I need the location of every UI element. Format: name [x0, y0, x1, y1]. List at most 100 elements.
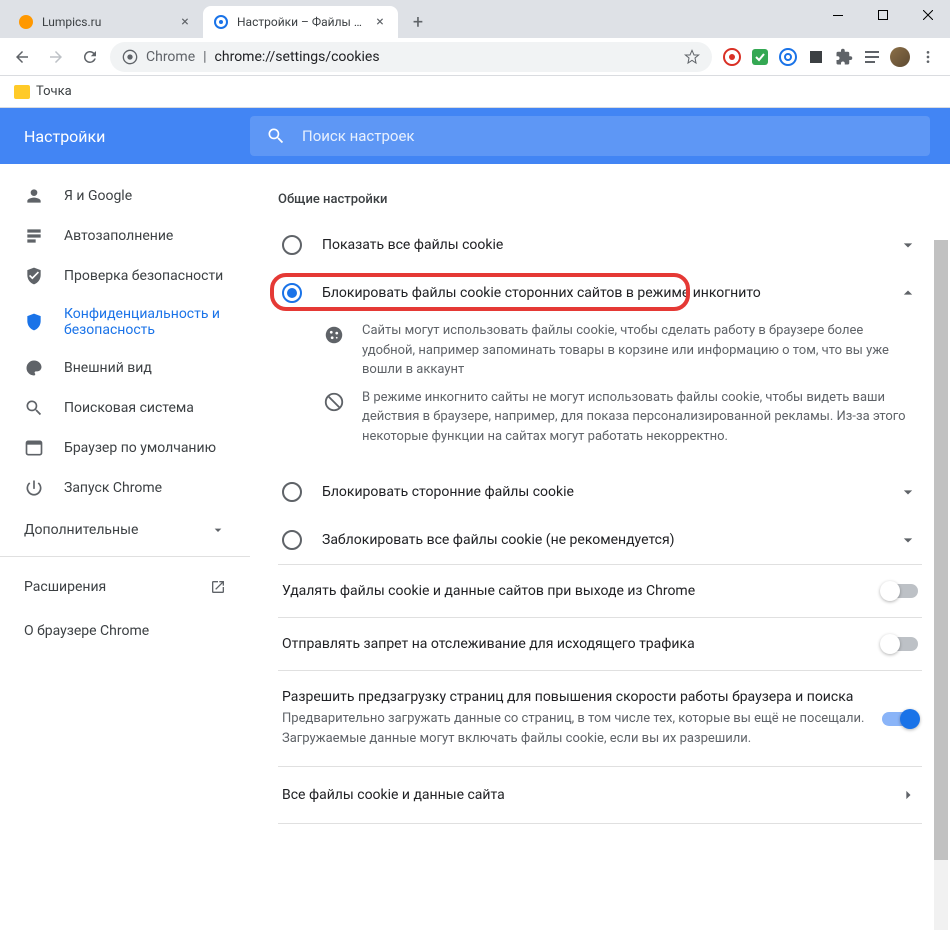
ext-icon-5[interactable] — [862, 47, 882, 67]
settings-gear-icon — [213, 14, 229, 30]
reload-button[interactable] — [76, 43, 104, 71]
radio-block-incognito[interactable]: Блокировать файлы cookie сторонних сайто… — [278, 269, 922, 317]
browser-tab-0[interactable]: Lumpics.ru × — [8, 6, 203, 38]
bookmark-item[interactable]: Точка — [36, 84, 72, 99]
new-tab-button[interactable]: + — [404, 8, 432, 36]
power-icon — [24, 478, 44, 498]
scrollbar-thumb[interactable] — [934, 240, 948, 860]
always-allow-row: Сайты, которые всегда могут использовать… — [278, 824, 922, 831]
radio-icon — [282, 283, 302, 303]
sidebar-item-privacy[interactable]: Конфиденциальность и безопасность — [0, 296, 250, 348]
radio-label: Блокировать сторонние файлы cookie — [322, 484, 878, 500]
bookmarks-bar: Точка — [0, 76, 950, 108]
sidebar-more[interactable]: Дополнительные — [0, 508, 250, 548]
search-icon — [266, 126, 286, 146]
menu-icon[interactable] — [918, 47, 938, 67]
toggle-preload[interactable]: Разрешить предзагрузку страниц для повыш… — [278, 671, 922, 766]
chevron-down-icon[interactable] — [898, 235, 918, 255]
sidebar-more-label: Дополнительные — [24, 522, 138, 538]
radio-description: Сайты могут использовать файлы cookie, ч… — [278, 317, 922, 468]
chrome-origin-icon — [122, 49, 138, 65]
sidebar-item-appearance[interactable]: Внешний вид — [0, 348, 250, 388]
sidebar-item-search[interactable]: Поисковая система — [0, 388, 250, 428]
settings-search[interactable] — [250, 116, 930, 156]
radio-block-third-party[interactable]: Блокировать сторонние файлы cookie — [278, 468, 922, 516]
profile-avatar[interactable] — [890, 47, 910, 67]
url-path: chrome://settings/cookies — [215, 49, 380, 65]
search-input[interactable] — [302, 127, 914, 145]
section-title: Общие настройки — [278, 192, 922, 207]
sidebar-item-safety[interactable]: Проверка безопасности — [0, 256, 250, 296]
tab-close-icon[interactable]: × — [177, 14, 193, 30]
chevron-up-icon[interactable] — [898, 283, 918, 303]
star-icon[interactable] — [684, 49, 700, 65]
extensions-icon[interactable] — [834, 47, 854, 67]
toggle-switch[interactable] — [882, 584, 918, 598]
forward-button[interactable] — [42, 43, 70, 71]
folder-icon — [14, 85, 30, 99]
toggle-label: Отправлять запрет на отслеживание для ис… — [282, 636, 866, 652]
browser-icon — [24, 438, 44, 458]
sidebar-label: Конфиденциальность и безопасность — [64, 306, 226, 338]
radio-show-all[interactable]: Показать все файлы cookie — [278, 221, 922, 269]
sidebar-item-default-browser[interactable]: Браузер по умолчанию — [0, 428, 250, 468]
sidebar-label: Автозаполнение — [64, 228, 173, 244]
tab-title: Lumpics.ru — [42, 15, 173, 29]
url-prefix: Chrome — [146, 49, 195, 65]
radio-icon — [282, 235, 302, 255]
toggle-label: Разрешить предзагрузку страниц для повыш… — [282, 689, 866, 705]
back-button[interactable] — [8, 43, 36, 71]
external-link-icon — [210, 579, 226, 595]
toggle-do-not-track[interactable]: Отправлять запрет на отслеживание для ис… — [278, 618, 922, 670]
address-bar[interactable]: Chrome | chrome://settings/cookies — [110, 42, 712, 72]
chevron-down-icon[interactable] — [898, 530, 918, 550]
toggle-switch[interactable] — [882, 712, 918, 726]
toggle-label: Удалять файлы cookie и данные сайтов при… — [282, 583, 866, 599]
cookie-icon — [322, 323, 346, 347]
search-icon — [24, 398, 44, 418]
close-button[interactable] — [905, 0, 950, 30]
window-controls — [815, 0, 950, 30]
sidebar-item-you-and-google[interactable]: Я и Google — [0, 176, 250, 216]
sidebar-extensions-label: Расширения — [24, 579, 106, 595]
radio-label: Блокировать файлы cookie сторонних сайто… — [322, 285, 878, 301]
toggle-clear-on-exit[interactable]: Удалять файлы cookie и данные сайтов при… — [278, 565, 922, 617]
shield-check-icon — [24, 266, 44, 286]
desc-text: В режиме инкогнито сайты не могут исполь… — [362, 388, 918, 447]
browser-titlebar: Lumpics.ru × Настройки – Файлы cookie и … — [0, 0, 950, 38]
palette-icon — [24, 358, 44, 378]
ext-icon-1[interactable] — [722, 47, 742, 67]
minimize-button[interactable] — [815, 0, 860, 30]
radio-label: Заблокировать все файлы cookie (не реком… — [322, 532, 878, 548]
sidebar-label: Внешний вид — [64, 360, 152, 376]
desc-text: Сайты могут использовать файлы cookie, ч… — [362, 321, 918, 380]
block-icon — [322, 390, 346, 414]
link-label: Все файлы cookie и данные сайта — [282, 787, 882, 803]
chevron-right-icon — [898, 785, 918, 805]
all-cookies-link[interactable]: Все файлы cookie и данные сайта — [278, 767, 922, 823]
radio-label: Показать все файлы cookie — [322, 237, 878, 253]
sidebar-extensions[interactable]: Расширения — [0, 565, 250, 609]
maximize-button[interactable] — [860, 0, 905, 30]
ext-icon-2[interactable] — [750, 47, 770, 67]
toggle-switch[interactable] — [882, 637, 918, 651]
ext-icon-3[interactable] — [778, 47, 798, 67]
radio-icon — [282, 482, 302, 502]
sidebar-item-startup[interactable]: Запуск Chrome — [0, 468, 250, 508]
sidebar-label: Проверка безопасности — [64, 268, 223, 284]
sidebar-label: Поисковая система — [64, 400, 194, 416]
radio-block-all[interactable]: Заблокировать все файлы cookie (не реком… — [278, 516, 922, 564]
settings-main: Общие настройки Показать все файлы cooki… — [250, 108, 950, 831]
sidebar-label: Браузер по умолчанию — [64, 440, 216, 456]
tab-title: Настройки – Файлы cookie и др — [237, 15, 368, 29]
settings-header: Настройки — [0, 108, 950, 164]
toggle-sublabel: Предварительно загружать данные со стран… — [282, 709, 866, 748]
settings-title: Настройки — [0, 127, 250, 146]
sidebar-about[interactable]: О браузере Chrome — [0, 609, 250, 653]
browser-tab-1[interactable]: Настройки – Файлы cookie и др × — [203, 6, 398, 38]
tab-close-icon[interactable]: × — [372, 14, 388, 30]
sidebar-item-autofill[interactable]: Автозаполнение — [0, 216, 250, 256]
browser-toolbar: Chrome | chrome://settings/cookies — [0, 38, 950, 76]
ext-icon-4[interactable] — [806, 47, 826, 67]
chevron-down-icon[interactable] — [898, 482, 918, 502]
